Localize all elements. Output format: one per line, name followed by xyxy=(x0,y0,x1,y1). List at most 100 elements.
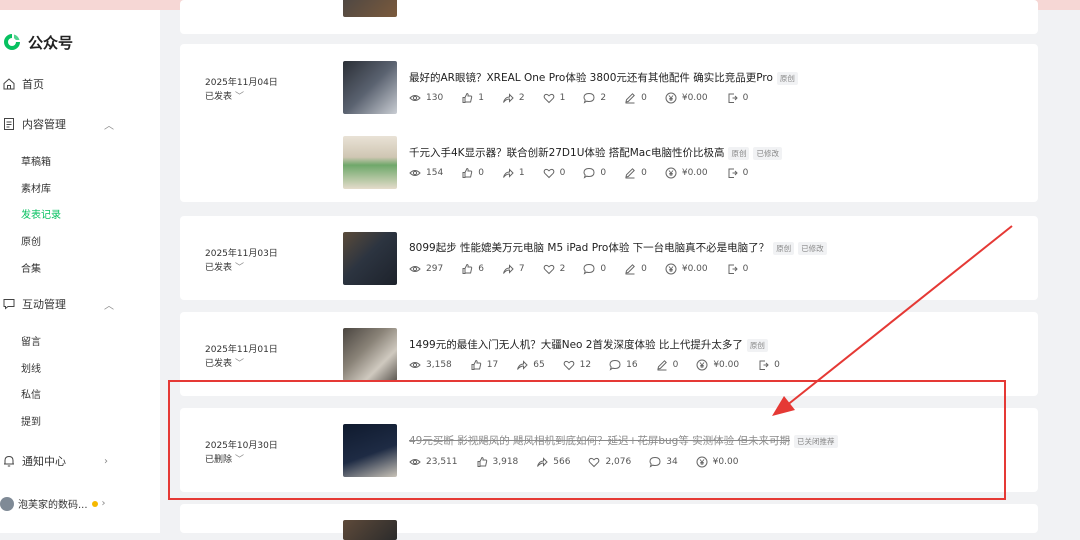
stat-earnings-value: ¥0.00 xyxy=(681,264,708,274)
publish-status-dropdown[interactable]: 已发表 ﹀ xyxy=(205,260,244,273)
tag-original: 原创 xyxy=(776,71,798,85)
wechat-official-logo-icon xyxy=(4,34,20,50)
sidebar-item-private-messages[interactable]: 私信 xyxy=(21,386,41,401)
nav-notification-center[interactable]: 通知中心 › xyxy=(2,453,122,469)
stat-likes-value: 1 xyxy=(478,93,484,103)
notification-dot xyxy=(91,500,98,507)
stat-views: 297 xyxy=(409,263,443,275)
article-title[interactable]: 1499元的最佳入门无人机？大疆Neo 2首发深度体验 比上代提升太多了 原创 xyxy=(409,337,768,352)
comment-icon xyxy=(609,359,621,371)
stat-likes: 6 xyxy=(461,263,484,275)
chevron-up-icon: ︿ xyxy=(104,120,114,132)
chevron-up-icon: ︿ xyxy=(104,300,114,312)
stat-likes: 0 xyxy=(461,167,484,179)
stat-wows: 2 xyxy=(543,263,565,275)
tag-original: 原创 xyxy=(746,338,768,352)
article-title[interactable]: 8099起步 性能媲美万元电脑 M5 iPad Pro体验 下一台电脑真不必是电… xyxy=(409,240,827,255)
stat-shares: 1 xyxy=(502,167,525,179)
sidebar-item-original[interactable]: 原创 xyxy=(21,233,41,248)
stat-wows: 1 xyxy=(543,92,566,104)
stat-wows: 12 xyxy=(563,359,591,371)
stat-views: 3,158 xyxy=(409,359,452,371)
chevron-down-icon: ﹀ xyxy=(235,263,245,273)
sidebar-item-materials[interactable]: 素材库 xyxy=(21,180,51,195)
article-title[interactable]: 千元入手4K显示器？联合创新27D1U体验 搭配Mac电脑性价比极高 原创 已修改 xyxy=(409,145,782,160)
comment-icon xyxy=(583,167,595,179)
article-thumbnail[interactable] xyxy=(343,61,397,114)
tag-modified: 已修改 xyxy=(753,146,782,160)
account-switcher[interactable]: 泡芙家的数码... › xyxy=(0,496,106,511)
sidebar-item-publish-records[interactable]: 发表记录 xyxy=(21,206,61,221)
stat-wows-value: 12 xyxy=(579,360,592,370)
article-title-text: 1499元的最佳入门无人机？大疆Neo 2首发深度体验 比上代提升太多了 xyxy=(409,339,743,351)
heart-icon xyxy=(543,263,555,275)
document-icon xyxy=(4,118,14,130)
nav-content-management[interactable]: 内容管理 ︿ xyxy=(2,116,122,132)
stat-wows-value: 0 xyxy=(559,168,566,178)
publish-status-dropdown[interactable]: 已发表 ﹀ xyxy=(205,89,244,102)
stat-earnings: ¥0.00 xyxy=(665,92,708,104)
stat-likes-value: 6 xyxy=(478,264,484,274)
heart-icon xyxy=(543,92,555,104)
stat-likes: 17 xyxy=(470,359,498,371)
yen-icon xyxy=(696,359,708,371)
publish-status-label: 已发表 xyxy=(205,263,233,273)
app-logo[interactable]: 公众号 xyxy=(2,30,73,54)
follow-icon xyxy=(757,359,769,371)
nav-interaction-management[interactable]: 互动管理 ︿ xyxy=(2,296,122,312)
article-thumbnail[interactable] xyxy=(343,136,397,189)
account-name: 泡芙家的数码... xyxy=(18,500,88,511)
stat-notes-value: 0 xyxy=(641,264,647,274)
stat-views-value: 3,158 xyxy=(426,360,452,370)
publish-status-label: 已发表 xyxy=(205,92,233,102)
publish-date: 2025年11月01日 xyxy=(205,345,278,355)
share-icon xyxy=(516,359,528,371)
stat-shares: 65 xyxy=(516,359,545,371)
stat-comments: 16 xyxy=(609,359,638,371)
tag-original: 原创 xyxy=(728,146,750,160)
pen-icon xyxy=(624,92,636,104)
stat-earnings: ¥0.00 xyxy=(665,167,708,179)
eye-icon xyxy=(409,359,421,371)
article-thumbnail[interactable] xyxy=(343,0,397,17)
stat-shares-value: 65 xyxy=(533,360,545,370)
stat-subscribes: 0 xyxy=(726,263,748,275)
sidebar-item-messages[interactable]: 留言 xyxy=(21,333,41,348)
article-thumbnail[interactable] xyxy=(343,520,397,540)
article-thumbnail[interactable] xyxy=(343,328,397,381)
highlight-box xyxy=(168,380,1006,500)
stat-earnings-value: ¥0.00 xyxy=(681,168,708,178)
stat-notes-value: 0 xyxy=(672,360,679,370)
pen-icon xyxy=(624,263,636,275)
stat-subscribes-value: 0 xyxy=(774,360,780,370)
thumbs-up-icon xyxy=(470,359,482,371)
bell-icon xyxy=(4,455,14,467)
sidebar-item-underlines[interactable]: 划线 xyxy=(21,360,41,375)
chat-icon xyxy=(3,299,15,310)
article-title[interactable]: 最好的AR眼镜？XREAL One Pro体验 3800元还有其他配件 确实比竞… xyxy=(409,70,798,85)
eye-icon xyxy=(409,92,421,104)
stat-earnings-value: ¥0.00 xyxy=(681,93,708,103)
article-thumbnail[interactable] xyxy=(343,232,397,285)
chevron-down-icon: ﹀ xyxy=(235,359,245,369)
stat-shares-value: 2 xyxy=(518,93,525,103)
article-stats: 130 1 2 1 2 0 ¥0.00 0 xyxy=(409,92,766,104)
stat-earnings: ¥0.00 xyxy=(665,263,708,275)
article-title-text: 最好的AR眼镜？XREAL One Pro体验 3800元还有其他配件 确实比竞… xyxy=(409,72,773,84)
chevron-right-icon: › xyxy=(104,455,108,467)
sidebar-item-collections[interactable]: 合集 xyxy=(21,260,41,275)
post-card: 2025年11月03日 已发表 ﹀ 8099起步 性能媲美万元电脑 M5 iPad… xyxy=(180,216,1038,300)
stat-notes: 0 xyxy=(656,359,679,371)
sidebar-item-mentions[interactable]: 提到 xyxy=(21,413,41,428)
sidebar-item-drafts[interactable]: 草稿箱 xyxy=(21,153,51,168)
chevron-down-icon: ﹀ xyxy=(235,92,245,102)
publish-date: 2025年11月03日 xyxy=(205,249,278,259)
yen-icon xyxy=(665,92,677,104)
comment-icon xyxy=(583,92,595,104)
stat-likes-value: 0 xyxy=(478,168,484,178)
stat-shares: 2 xyxy=(502,92,525,104)
publish-status-dropdown[interactable]: 已发表 ﹀ xyxy=(205,356,244,369)
nav-home[interactable]: 首页 xyxy=(2,76,44,92)
stat-wows-value: 1 xyxy=(559,93,566,103)
share-icon xyxy=(502,263,514,275)
